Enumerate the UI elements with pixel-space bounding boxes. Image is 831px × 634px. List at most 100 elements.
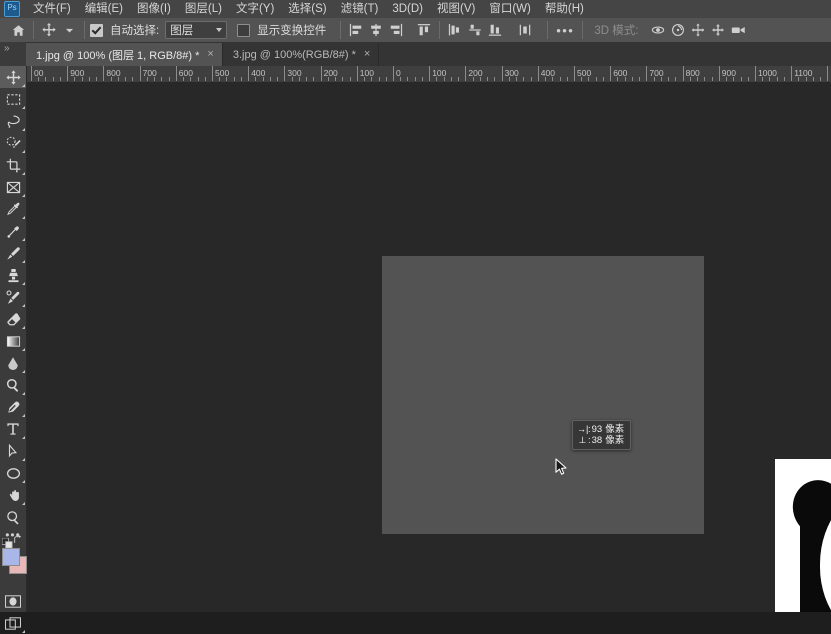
ruler-label-h: 1100 [794,68,813,78]
hud-colon-x: : [588,424,591,435]
document-window[interactable] [382,256,831,612]
menu-help[interactable]: 帮助(H) [538,0,591,18]
align-vertical-center-icon[interactable] [445,20,465,40]
eraser-tool[interactable] [0,308,26,330]
panel-expand-handle[interactable] [0,42,26,66]
delta-x-unit: 像素 [605,424,625,435]
menu-image[interactable]: 图像(I) [130,0,178,18]
options-separator-1 [33,21,34,39]
zoom-tool[interactable] [0,506,26,528]
chevron-down-icon [216,28,223,32]
tool-preset-chevron-icon[interactable] [59,20,79,40]
menu-type[interactable]: 文字(Y) [229,0,281,18]
align-horizontal-center-icon[interactable] [366,20,386,40]
quick-mask-icon[interactable] [0,590,26,612]
auto-select-checkbox[interactable] [90,23,103,37]
photoshop-logo-icon [4,1,20,17]
delta-y-value: 38 [591,435,603,446]
options-separator-6 [582,21,584,39]
photoshop-window: 文件(F) 编辑(E) 图像(I) 图层(L) 文字(Y) 选择(S) 滤镜(T… [0,0,831,633]
ellipse-tool[interactable] [0,462,26,484]
quick-selection-tool[interactable] [0,132,26,154]
clone-stamp-tool[interactable] [0,264,26,286]
close-icon[interactable]: × [364,49,370,60]
menu-view[interactable]: 视图(V) [430,0,482,18]
menu-bar: 文件(F) 编辑(E) 图像(I) 图层(L) 文字(Y) 选择(S) 滤镜(T… [0,0,831,19]
3d-roll-icon[interactable] [668,20,688,40]
auto-select-value: 图层 [170,25,194,37]
brush-tool[interactable] [0,242,26,264]
options-separator-2 [84,21,85,39]
ruler-label-h: 1000 [758,68,777,78]
document-canvas[interactable] [775,459,831,612]
crop-tool[interactable] [0,154,26,176]
align-top-icon[interactable] [414,20,434,40]
hand-tool[interactable] [0,484,26,506]
hud-row-dx: →| : 93 像素 [577,424,624,435]
history-brush-tool[interactable] [0,286,26,308]
menu-window[interactable]: 窗口(W) [482,0,538,18]
distribute-spacing-icon[interactable] [515,20,535,40]
options-bar: 自动选择: 图层 显示变换控件 ••• 3D 模式: [0,18,831,43]
align-bottom-icon[interactable] [465,20,485,40]
eyedropper-tool[interactable] [0,198,26,220]
distribute-icon[interactable] [485,20,505,40]
pen-tool[interactable] [0,396,26,418]
horizontal-ruler[interactable]: 00 900 800 700 600 500 400 300 200 100 0 100 200 300 4… [26,66,831,83]
move-tool[interactable] [0,66,26,88]
delta-y-icon: ⊥ [578,435,587,445]
options-separator-3 [340,21,342,39]
blur-tool[interactable] [0,352,26,374]
auto-select-dropdown[interactable]: 图层 [165,21,228,39]
tab-3jpg-title: 3.jpg @ 100%(RGB/8#) * [232,48,356,61]
move-tool-icon[interactable] [39,20,59,40]
hud-row-dy: ⊥ : 38 像素 [577,435,625,446]
hud-colon-y: : [588,435,591,446]
align-left-icon[interactable] [346,20,366,40]
show-transform-checkbox[interactable] [237,23,251,37]
menu-select[interactable]: 选择(S) [281,0,333,18]
dodge-tool[interactable] [0,374,26,396]
menu-file[interactable]: 文件(F) [26,0,78,18]
lasso-tool[interactable] [0,110,26,132]
healing-brush-tool[interactable] [0,220,26,242]
menu-filter[interactable]: 滤镜(T) [334,0,386,18]
tab-1jpg[interactable]: 1.jpg @ 100% (图层 1, RGB/8#) * × [26,43,223,66]
color-swatches [0,535,27,584]
type-tool[interactable] [0,418,26,440]
delta-x-icon: →| [577,424,589,434]
measurement-tooltip: →| : 93 像素 ⊥ : 38 像素 [572,420,632,450]
menu-edit[interactable]: 编辑(E) [78,0,130,18]
menu-3d[interactable]: 3D(D) [385,0,430,18]
home-icon[interactable] [8,20,28,40]
show-transform-label: 显示变换控件 [257,25,327,37]
path-selection-tool[interactable] [0,440,26,462]
tools-panel: ••• [0,66,27,633]
3d-mode-label: 3D 模式: [594,25,639,37]
menu-layer[interactable]: 图层(L) [178,0,229,18]
delta-y-unit: 像素 [605,435,625,446]
close-icon[interactable]: × [207,49,213,60]
canvas-work-area[interactable]: →| : 93 像素 ⊥ : 38 像素 [26,82,831,612]
rectangular-marquee-tool[interactable] [0,88,26,110]
options-separator-4 [439,21,441,39]
more-options-button[interactable]: ••• [553,23,577,38]
swap-colors-icon[interactable] [13,535,23,547]
3d-rotate-icon[interactable] [648,20,668,40]
tab-1jpg-title: 1.jpg @ 100% (图层 1, RGB/8#) * [36,49,200,62]
frame-tool[interactable] [0,176,26,198]
options-separator-5 [547,21,549,39]
foreground-color-swatch[interactable] [2,548,20,566]
panda-face-meme-artwork [780,462,831,612]
gradient-tool[interactable] [0,330,26,352]
document-tab-bar: 1.jpg @ 100% (图层 1, RGB/8#) * × 3.jpg @ … [0,42,831,67]
tab-3jpg[interactable]: 3.jpg @ 100%(RGB/8#) * × [223,43,380,66]
screen-mode-icon[interactable] [0,612,26,634]
3d-drag-icon[interactable] [688,20,708,40]
3d-slide-icon[interactable] [708,20,728,40]
default-colors-icon[interactable] [1,536,13,549]
delta-x-value: 93 [591,424,603,435]
auto-select-label: 自动选择: [110,25,160,37]
3d-camera-icon[interactable] [728,20,748,40]
align-right-icon[interactable] [386,20,406,40]
